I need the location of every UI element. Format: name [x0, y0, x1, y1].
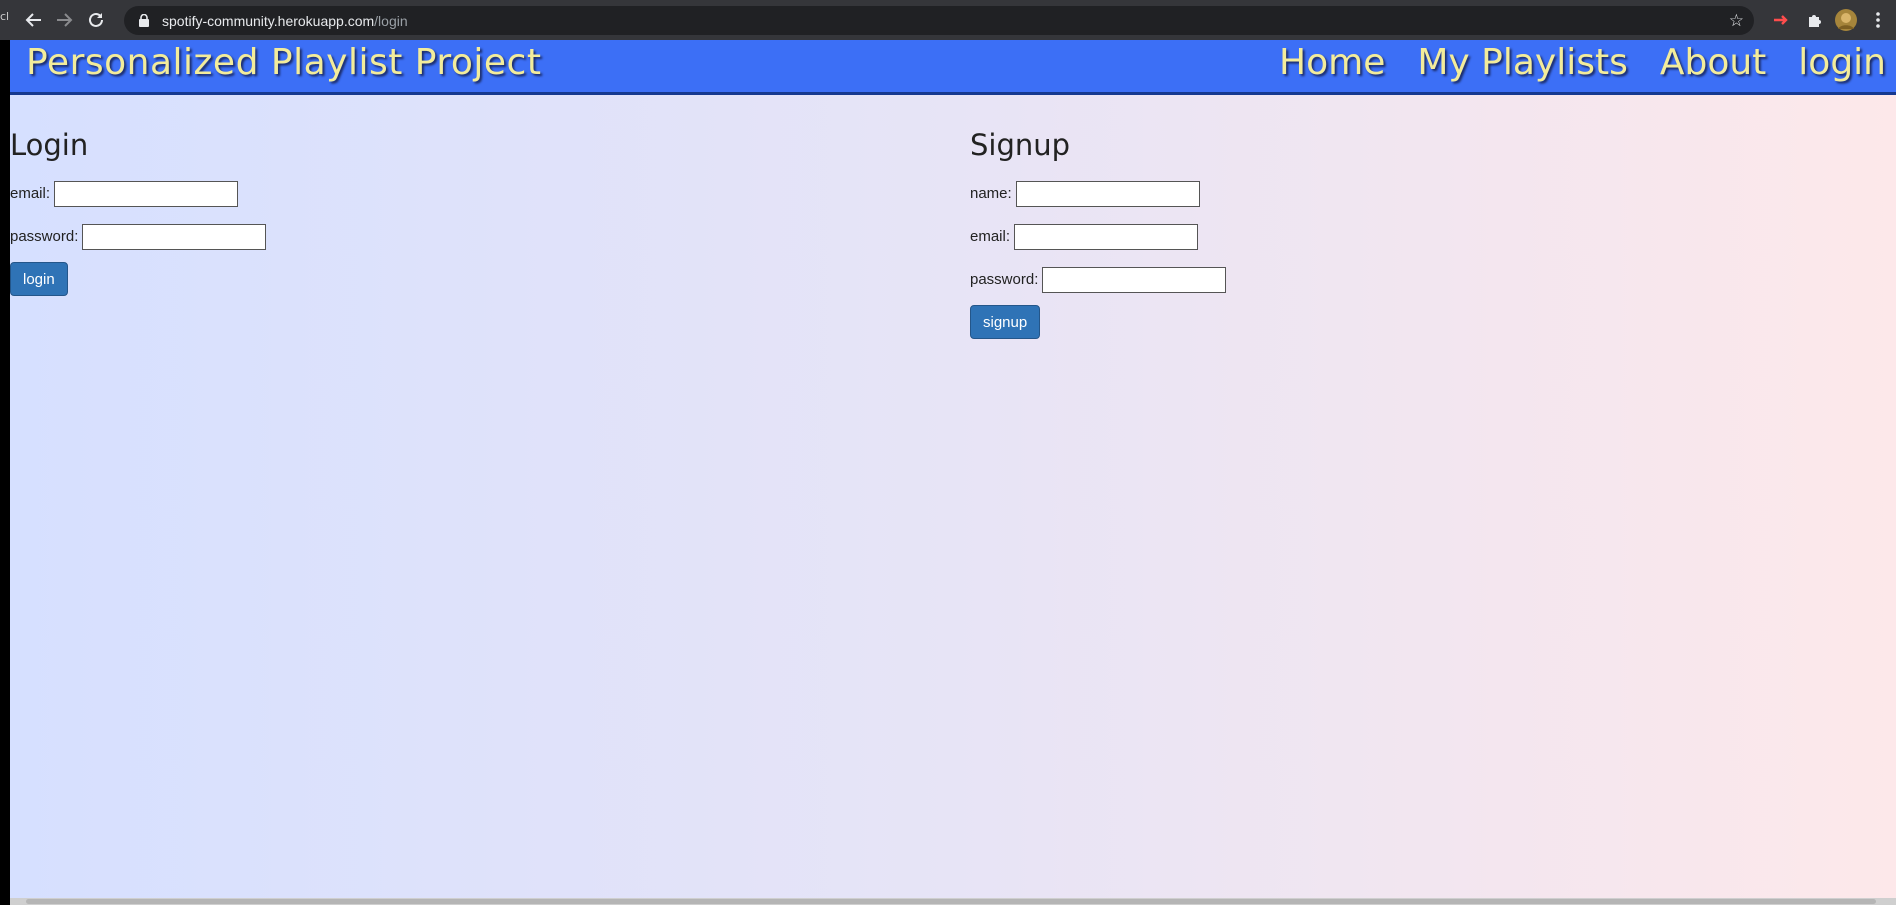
page-viewport: Personalized Playlist Project Home My Pl… [10, 40, 1896, 905]
signup-section: Signup name: email: password: signup [970, 128, 1227, 339]
url-text: spotify-community.herokuapp.com/login [162, 12, 408, 29]
reload-icon[interactable] [82, 6, 110, 34]
login-title: Login [10, 128, 89, 162]
signup-name-row: name: [970, 172, 1226, 215]
signup-email-input[interactable] [1014, 223, 1199, 250]
login-password-row: password: [10, 215, 267, 258]
scrollbar-thumb[interactable] [26, 899, 1876, 904]
signup-email-label: email: [970, 228, 1011, 245]
login-email-input[interactable] [54, 180, 239, 207]
login-password-label: password: [10, 228, 79, 245]
site-navbar: Personalized Playlist Project Home My Pl… [10, 40, 1896, 95]
site-brand[interactable]: Personalized Playlist Project [26, 42, 541, 83]
signup-password-label: password: [970, 271, 1039, 288]
signup-password-row: password: [970, 258, 1227, 301]
signup-password-input[interactable] [1042, 266, 1227, 293]
login-section: Login email: password: login [10, 128, 267, 296]
horizontal-scrollbar[interactable] [10, 898, 1896, 905]
kebab-menu-icon[interactable] [1866, 8, 1890, 32]
nav-about[interactable]: About [1660, 42, 1766, 83]
site-nav-links: Home My Playlists About login [1279, 42, 1886, 83]
signup-name-input[interactable] [1015, 180, 1200, 207]
side-panel-text: cl [0, 10, 10, 23]
profile-avatar[interactable] [1834, 8, 1858, 32]
back-arrow-icon[interactable] [20, 6, 48, 34]
signup-name-label: name: [970, 185, 1012, 202]
puzzle-icon[interactable] [1802, 8, 1826, 32]
nav-home[interactable]: Home [1279, 42, 1385, 83]
login-password-input[interactable] [82, 223, 267, 250]
login-button[interactable]: login [10, 262, 68, 296]
forward-arrow-icon[interactable] [50, 6, 78, 34]
browser-toolbar: cl spotify-community.herokuapp.com/login… [0, 0, 1896, 40]
signup-title: Signup [970, 128, 1071, 162]
login-email-row: email: [10, 172, 266, 215]
extension-icon[interactable] [1770, 8, 1794, 32]
signup-button[interactable]: signup [970, 305, 1041, 339]
login-email-label: email: [10, 185, 51, 202]
star-icon[interactable]: ☆ [1729, 11, 1744, 31]
nav-my-playlists[interactable]: My Playlists [1417, 42, 1628, 83]
address-bar[interactable]: spotify-community.herokuapp.com/login ☆ [124, 6, 1754, 35]
signup-email-row: email: [970, 215, 1226, 258]
lock-icon[interactable] [136, 13, 152, 29]
nav-login[interactable]: login [1798, 42, 1886, 83]
